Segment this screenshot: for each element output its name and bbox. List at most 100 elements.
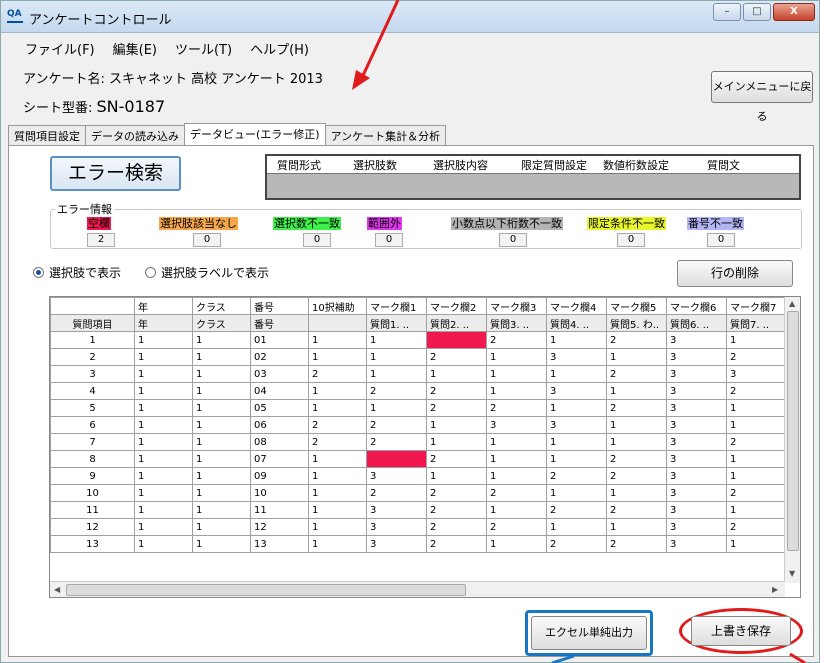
overwrite-save-button[interactable]: 上書き保存 [691, 616, 791, 646]
data-cell[interactable]: 1 [606, 382, 667, 400]
data-cell[interactable]: 1 [308, 331, 367, 349]
data-cell[interactable]: 1 [546, 450, 607, 468]
column-header[interactable]: 番号 [250, 297, 309, 315]
data-cell[interactable]: 3 [546, 348, 607, 366]
error-search-button[interactable]: エラー検索 [50, 156, 181, 191]
data-cell[interactable]: 2 [308, 433, 367, 451]
data-cell[interactable]: 1 [546, 399, 607, 417]
data-cell[interactable]: 1 [192, 416, 251, 434]
error-cell[interactable] [366, 450, 427, 468]
data-cell[interactable]: 2 [426, 535, 487, 553]
data-cell[interactable]: 2 [546, 467, 607, 485]
data-cell[interactable]: 3 [366, 535, 427, 553]
data-cell[interactable]: 1 [426, 433, 487, 451]
question-label-cell[interactable]: 質問5. わ.. [606, 314, 667, 332]
question-label-cell[interactable]: 質問2. .. [426, 314, 487, 332]
data-cell[interactable]: 1 [726, 535, 786, 553]
data-cell[interactable]: 2 [726, 382, 786, 400]
data-cell[interactable]: 1 [308, 484, 367, 502]
data-cell[interactable]: 1 [726, 467, 786, 485]
data-cell[interactable]: 1 [308, 399, 367, 417]
data-cell[interactable]: 1 [426, 416, 487, 434]
table-row[interactable]: 13 1 1 13 1 3 2 1 2 2 3 1 [50, 535, 786, 553]
data-cell[interactable]: 1 [134, 535, 193, 553]
data-cell[interactable]: 1 [426, 365, 487, 383]
row-number[interactable]: 13 [50, 535, 135, 553]
column-header[interactable]: マーク欄1 [366, 297, 427, 315]
data-cell[interactable]: 3 [546, 382, 607, 400]
column-header[interactable]: マーク欄2 [426, 297, 487, 315]
data-cell[interactable]: 2 [606, 501, 667, 519]
data-cell[interactable]: 2 [366, 484, 427, 502]
table-row[interactable]: 7 1 1 08 2 2 1 1 1 1 3 2 [50, 433, 786, 451]
title-bar[interactable]: QA アンケートコントロール – □ X [1, 1, 819, 33]
data-cell[interactable]: 3 [366, 518, 427, 536]
data-cell[interactable]: 1 [134, 501, 193, 519]
row-number[interactable]: 11 [50, 501, 135, 519]
data-cell[interactable]: 1 [192, 331, 251, 349]
menu-edit[interactable]: 編集(E) [111, 37, 159, 60]
data-cell[interactable]: 2 [606, 535, 667, 553]
data-cell[interactable]: 1 [726, 450, 786, 468]
data-cell[interactable]: 3 [666, 433, 727, 451]
horizontal-scroll-thumb[interactable] [66, 584, 466, 596]
data-cell[interactable]: 1 [192, 450, 251, 468]
excel-export-button[interactable]: エクセル単純出力 [531, 616, 647, 650]
table-row[interactable]: 5 1 1 05 1 1 2 2 1 2 3 1 [50, 399, 786, 417]
question-label-cell[interactable]: 質問1. .. [366, 314, 427, 332]
data-cell[interactable]: 1 [486, 450, 547, 468]
data-cell[interactable]: 1 [134, 433, 193, 451]
data-cell[interactable]: 2 [366, 416, 427, 434]
menu-help[interactable]: ヘルプ(H) [248, 37, 311, 60]
data-cell[interactable]: 1 [606, 348, 667, 366]
column-header[interactable]: クラス [192, 297, 251, 315]
data-cell[interactable]: 1 [192, 501, 251, 519]
data-cell[interactable]: 3 [366, 467, 427, 485]
data-cell[interactable]: 2 [606, 365, 667, 383]
vertical-scroll-thumb[interactable] [787, 311, 799, 551]
data-cell[interactable]: 1 [606, 518, 667, 536]
data-cell[interactable]: 1 [134, 331, 193, 349]
table-row[interactable]: 9 1 1 09 1 3 1 1 2 2 3 1 [50, 467, 786, 485]
data-cell[interactable]: 3 [666, 450, 727, 468]
tab-analysis[interactable]: アンケート集計＆分析 [324, 125, 447, 145]
data-cell[interactable]: 2 [606, 450, 667, 468]
question-label-cell[interactable]: 番号 [250, 314, 309, 332]
data-cell[interactable]: 12 [250, 518, 309, 536]
data-cell[interactable]: 05 [250, 399, 309, 417]
data-cell[interactable]: 3 [726, 365, 786, 383]
question-label-cell[interactable]: 質問4. .. [546, 314, 607, 332]
data-cell[interactable]: 3 [666, 535, 727, 553]
data-cell[interactable]: 3 [546, 416, 607, 434]
data-cell[interactable]: 3 [666, 399, 727, 417]
data-cell[interactable]: 1 [134, 467, 193, 485]
data-cell[interactable]: 2 [486, 484, 547, 502]
table-row[interactable]: 12 1 1 12 1 3 2 2 1 1 3 2 [50, 518, 786, 536]
data-cell[interactable]: 1 [606, 433, 667, 451]
question-label-cell[interactable]: 年 [134, 314, 193, 332]
data-cell[interactable]: 2 [726, 348, 786, 366]
data-cell[interactable]: 1 [366, 399, 427, 417]
row-number[interactable]: 2 [50, 348, 135, 366]
data-grid[interactable]: 年クラス 番号 10択補助 マーク欄1 マーク欄2 マーク欄3 マーク欄4 マーク欄5 マーク欄… [49, 296, 801, 598]
data-cell[interactable]: 3 [666, 518, 727, 536]
data-cell[interactable]: 1 [192, 382, 251, 400]
table-row[interactable]: 1 1 1 01 1 1 2 1 2 3 1 [50, 331, 786, 349]
data-cell[interactable]: 1 [192, 348, 251, 366]
data-cell[interactable]: 1 [134, 365, 193, 383]
error-cell[interactable] [426, 331, 487, 349]
data-cell[interactable]: 1 [308, 467, 367, 485]
table-row[interactable]: 2 1 1 02 1 1 2 1 3 1 3 2 [50, 348, 786, 366]
column-header[interactable]: 10択補助 [308, 297, 367, 315]
data-cell[interactable]: 13 [250, 535, 309, 553]
data-cell[interactable]: 10 [250, 484, 309, 502]
data-cell[interactable]: 1 [192, 484, 251, 502]
data-cell[interactable]: 03 [250, 365, 309, 383]
tab-question-settings[interactable]: 質問項目設定 [8, 125, 86, 145]
row-number[interactable]: 8 [50, 450, 135, 468]
data-cell[interactable]: 1 [426, 467, 487, 485]
data-cell[interactable]: 3 [666, 467, 727, 485]
column-header[interactable]: マーク欄6 [666, 297, 727, 315]
column-header[interactable]: マーク欄3 [486, 297, 547, 315]
data-cell[interactable]: 1 [192, 433, 251, 451]
